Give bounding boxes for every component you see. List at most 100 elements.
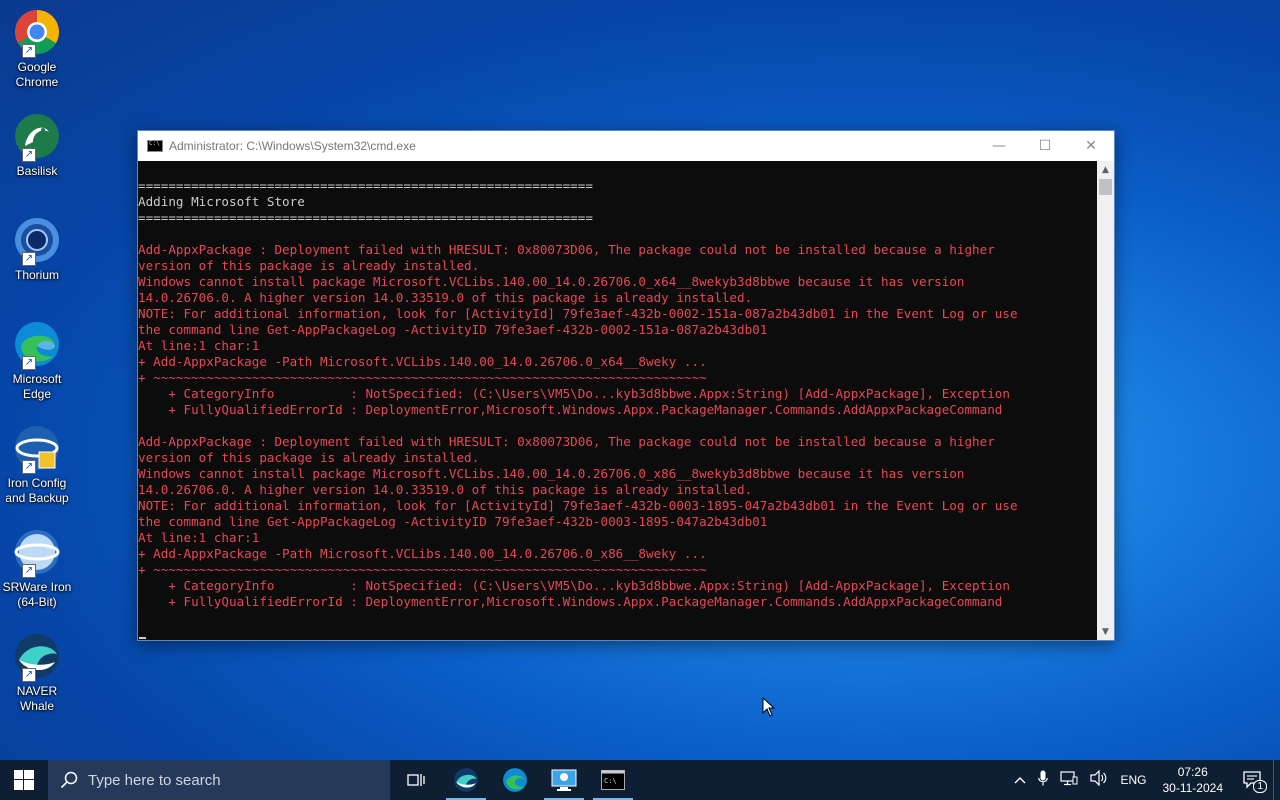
desktop-icon-label: Thorium bbox=[14, 268, 59, 282]
task-view-icon bbox=[407, 774, 425, 786]
srware-iron-icon: ↗ bbox=[13, 528, 61, 578]
taskbar-app-cmd[interactable]: C:\ bbox=[589, 760, 637, 800]
close-button[interactable]: ✕ bbox=[1068, 131, 1114, 161]
iron-config-icon: ↗ bbox=[13, 424, 61, 474]
microphone-icon bbox=[1038, 770, 1049, 786]
shortcut-arrow-icon: ↗ bbox=[22, 356, 36, 370]
taskbar: Type here to search C:\ ENG 07:26 30-11-… bbox=[0, 760, 1280, 800]
chevron-up-icon bbox=[1014, 776, 1026, 783]
console-line: Windows cannot install package Microsoft… bbox=[138, 466, 965, 481]
naver-whale-icon: ↗ bbox=[13, 632, 61, 682]
console-line: + Add-AppxPackage -Path Microsoft.VCLibs… bbox=[138, 354, 707, 369]
windows-logo-icon bbox=[14, 770, 34, 790]
console-line: NOTE: For additional information, look f… bbox=[138, 498, 1018, 513]
scroll-thumb[interactable] bbox=[1099, 179, 1112, 195]
text-cursor bbox=[139, 637, 146, 639]
console-line: Add-AppxPackage : Deployment failed with… bbox=[138, 434, 995, 449]
desktop-icon-iron-config[interactable]: ↗ Iron Config and Backup bbox=[2, 424, 72, 506]
task-view-button[interactable] bbox=[392, 760, 440, 800]
search-placeholder: Type here to search bbox=[88, 771, 221, 789]
maximize-button[interactable]: ☐ bbox=[1022, 131, 1068, 161]
desktop-icon-label: Microsoft Edge bbox=[12, 372, 62, 401]
action-center-button[interactable]: 1 bbox=[1233, 760, 1273, 800]
system-tray: ENG 07:26 30-11-2024 1 bbox=[1008, 760, 1280, 800]
desktop-icon-srware-iron[interactable]: ↗ SRWare Iron (64-Bit) bbox=[2, 528, 72, 610]
console-line: version of this package is already insta… bbox=[138, 258, 480, 273]
desktop-icon-label: Iron Config and Backup bbox=[5, 476, 69, 505]
console-line: + CategoryInfo : NotSpecified: (C:\Users… bbox=[138, 386, 1010, 401]
cmd-icon: C:\ bbox=[601, 770, 625, 790]
vertical-scrollbar[interactable]: ▲ ▼ bbox=[1097, 161, 1114, 640]
desktop-icon-basilisk[interactable]: ↗ Basilisk bbox=[2, 112, 72, 179]
desktop-icon-chrome[interactable]: ↗ Google Chrome bbox=[2, 8, 72, 90]
remote-desktop-icon bbox=[551, 769, 577, 791]
show-desktop-button[interactable] bbox=[1273, 760, 1280, 800]
console-line: Add-AppxPackage : Deployment failed with… bbox=[138, 242, 995, 257]
taskbar-search-box[interactable]: Type here to search bbox=[48, 760, 390, 800]
notification-count-badge: 1 bbox=[1253, 780, 1267, 793]
clock-time: 07:26 bbox=[1177, 765, 1208, 779]
start-button[interactable] bbox=[0, 760, 48, 800]
microphone-button[interactable] bbox=[1032, 770, 1054, 790]
input-language-indicator[interactable]: ENG bbox=[1114, 773, 1152, 787]
shortcut-arrow-icon: ↗ bbox=[22, 44, 36, 58]
naver-whale-icon bbox=[454, 768, 478, 792]
network-icon bbox=[1060, 771, 1078, 786]
desktop-icon-thorium[interactable]: ↗ Thorium bbox=[2, 216, 72, 283]
shortcut-arrow-icon: ↗ bbox=[22, 668, 36, 682]
console-line: ========================================… bbox=[138, 178, 593, 193]
window-titlebar[interactable]: Administrator: C:\Windows\System32\cmd.e… bbox=[138, 131, 1114, 161]
edge-icon bbox=[503, 768, 527, 792]
desktop-icon-label: Google Chrome bbox=[15, 60, 59, 89]
svg-text:C:\: C:\ bbox=[604, 777, 617, 785]
desktop-icon-label: SRWare Iron (64-Bit) bbox=[2, 580, 72, 609]
network-button[interactable] bbox=[1054, 770, 1084, 790]
shortcut-arrow-icon: ↗ bbox=[22, 564, 36, 578]
console-line: + FullyQualifiedErrorId : DeploymentErro… bbox=[138, 594, 1003, 609]
console-line: + FullyQualifiedErrorId : DeploymentErro… bbox=[138, 402, 1003, 417]
console-line: Windows cannot install package Microsoft… bbox=[138, 274, 965, 289]
show-hidden-icons-button[interactable] bbox=[1008, 773, 1032, 788]
console-output[interactable]: ========================================… bbox=[138, 161, 1097, 640]
console-line: At line:1 char:1 bbox=[138, 530, 260, 545]
window-title: Administrator: C:\Windows\System32\cmd.e… bbox=[169, 139, 416, 153]
console-line: At line:1 char:1 bbox=[138, 338, 260, 353]
volume-icon bbox=[1090, 769, 1107, 787]
taskbar-app-remote-desktop[interactable] bbox=[540, 760, 588, 800]
desktop-icon-naver-whale[interactable]: ↗ NAVER Whale bbox=[2, 632, 72, 714]
console-line: + CategoryInfo : NotSpecified: (C:\Users… bbox=[138, 578, 1010, 593]
minimize-button[interactable]: — bbox=[976, 131, 1022, 161]
console-line: ========================================… bbox=[138, 210, 593, 225]
console-line: + ~~~~~~~~~~~~~~~~~~~~~~~~~~~~~~~~~~~~~~… bbox=[138, 562, 707, 577]
search-icon bbox=[60, 771, 78, 789]
console-line: NOTE: For additional information, look f… bbox=[138, 306, 1018, 321]
console-line: Adding Microsoft Store bbox=[138, 194, 305, 209]
console-line: version of this package is already insta… bbox=[138, 450, 480, 465]
desktop-icon-label: NAVER Whale bbox=[16, 684, 58, 713]
shortcut-arrow-icon: ↗ bbox=[22, 252, 36, 266]
basilisk-icon: ↗ bbox=[13, 112, 61, 162]
desktop-icon-edge[interactable]: ↗ Microsoft Edge bbox=[2, 320, 72, 402]
cmd-window[interactable]: Administrator: C:\Windows\System32\cmd.e… bbox=[137, 130, 1115, 641]
scroll-down-button[interactable]: ▼ bbox=[1097, 623, 1114, 640]
chrome-icon: ↗ bbox=[13, 8, 61, 58]
scroll-up-button[interactable]: ▲ bbox=[1097, 161, 1114, 178]
clock[interactable]: 07:26 30-11-2024 bbox=[1153, 764, 1234, 796]
console-line: 14.0.26706.0. A higher version 14.0.3351… bbox=[138, 482, 753, 497]
console-line: the command line Get-AppPackageLog -Acti… bbox=[138, 514, 768, 529]
volume-button[interactable] bbox=[1084, 769, 1114, 790]
taskbar-app-edge[interactable] bbox=[491, 760, 539, 800]
mouse-pointer-icon bbox=[762, 696, 776, 722]
shortcut-arrow-icon: ↗ bbox=[22, 148, 36, 162]
cmd-icon bbox=[147, 140, 163, 152]
console-line: + ~~~~~~~~~~~~~~~~~~~~~~~~~~~~~~~~~~~~~~… bbox=[138, 370, 707, 385]
edge-icon: ↗ bbox=[13, 320, 61, 370]
taskbar-app-naver-whale[interactable] bbox=[442, 760, 490, 800]
console-line: the command line Get-AppPackageLog -Acti… bbox=[138, 322, 768, 337]
clock-date: 30-11-2024 bbox=[1162, 781, 1224, 795]
shortcut-arrow-icon: ↗ bbox=[22, 460, 36, 474]
console-line: 14.0.26706.0. A higher version 14.0.3351… bbox=[138, 290, 753, 305]
thorium-icon: ↗ bbox=[13, 216, 61, 266]
